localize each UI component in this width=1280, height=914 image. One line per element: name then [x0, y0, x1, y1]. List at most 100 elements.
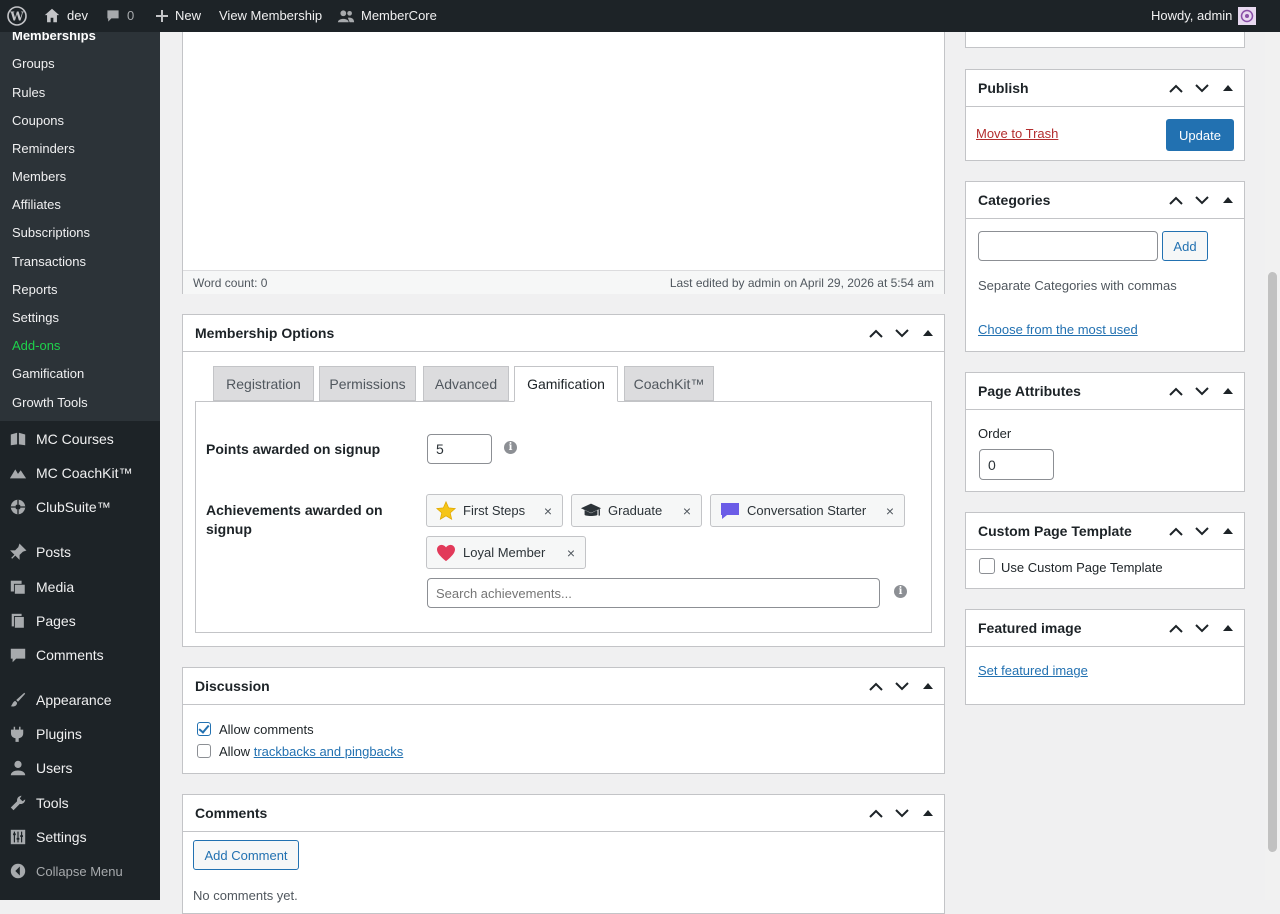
box-header: Discussion	[183, 668, 944, 705]
move-up-icon[interactable]	[1166, 78, 1186, 98]
submenu-item-gamification[interactable]: Gamification	[12, 366, 84, 381]
allow-comments-checkbox[interactable]	[197, 722, 211, 736]
toggle-panel-icon[interactable]	[1218, 618, 1238, 638]
move-to-trash-link[interactable]: Move to Trash	[976, 126, 1058, 141]
box-title: Membership Options	[195, 325, 335, 341]
move-down-icon[interactable]	[1192, 78, 1212, 98]
move-down-icon[interactable]	[1192, 521, 1212, 541]
add-category-button[interactable]: Add	[1162, 231, 1208, 261]
my-account-link[interactable]: Howdy, admin	[1151, 0, 1257, 32]
move-up-icon[interactable]	[1166, 190, 1186, 210]
page-scrollbar[interactable]	[1265, 32, 1280, 900]
menu-item-plugins[interactable]: Plugins	[0, 717, 160, 751]
submenu-item-settings[interactable]: Settings	[12, 310, 59, 325]
submenu-item-subscriptions[interactable]: Subscriptions	[12, 225, 90, 240]
submenu-item-memberships[interactable]: Memberships	[12, 32, 96, 43]
new-category-input[interactable]	[978, 231, 1158, 261]
comments-link[interactable]: 0	[105, 0, 134, 32]
menu-item-settings[interactable]: Settings	[0, 820, 160, 854]
box-header: Publish	[966, 70, 1244, 107]
menu-item-users[interactable]: Users	[0, 751, 160, 785]
set-featured-image-link[interactable]: Set featured image	[978, 663, 1088, 678]
tab-advanced[interactable]: Advanced	[423, 366, 509, 401]
toggle-panel-icon[interactable]	[918, 803, 938, 823]
plug-icon	[0, 725, 36, 743]
move-down-icon[interactable]	[892, 676, 912, 696]
editor-content-area[interactable]	[183, 22, 944, 270]
submenu-item-transactions[interactable]: Transactions	[12, 254, 86, 269]
allow-trackbacks-checkbox[interactable]	[197, 744, 211, 758]
wordpress-logo-icon[interactable]: W	[7, 0, 27, 32]
move-down-icon[interactable]	[892, 803, 912, 823]
submenu-item-affiliates[interactable]: Affiliates	[12, 197, 61, 212]
menu-item-tools[interactable]: Tools	[0, 786, 160, 820]
achievement-label: Graduate	[608, 503, 663, 518]
remove-achievement-icon[interactable]: ×	[567, 545, 575, 561]
allow-comments-label: Allow comments	[219, 722, 314, 737]
site-name-link[interactable]: dev	[43, 0, 88, 32]
tab-registration[interactable]: Registration	[213, 366, 314, 401]
menu-item-mc-courses[interactable]: MC Courses	[0, 422, 160, 456]
remove-achievement-icon[interactable]: ×	[886, 503, 894, 519]
menu-item-appearance[interactable]: Appearance	[0, 683, 160, 717]
submenu-item-groups[interactable]: Groups	[12, 56, 55, 71]
menu-item-clubsuite[interactable]: ClubSuite™	[0, 490, 160, 524]
move-up-icon[interactable]	[1166, 618, 1186, 638]
view-membership-link[interactable]: View Membership	[219, 0, 322, 32]
submenu-item-reports[interactable]: Reports	[12, 282, 58, 297]
move-up-icon[interactable]	[866, 803, 886, 823]
menu-item-comments[interactable]: Comments	[0, 638, 160, 672]
toggle-panel-icon[interactable]	[918, 323, 938, 343]
menu-item-mc-coachkit[interactable]: MC CoachKit™	[0, 456, 160, 490]
new-label: New	[175, 8, 202, 23]
info-icon[interactable]: i	[894, 585, 907, 598]
move-up-icon[interactable]	[1166, 521, 1186, 541]
user-icon	[0, 759, 36, 777]
box-header: Featured image	[966, 610, 1244, 647]
tab-permissions[interactable]: Permissions	[319, 366, 416, 401]
trackbacks-link[interactable]: trackbacks and pingbacks	[254, 744, 404, 759]
order-input[interactable]	[979, 449, 1054, 480]
move-up-icon[interactable]	[1166, 381, 1186, 401]
move-down-icon[interactable]	[1192, 618, 1212, 638]
tab-gamification[interactable]: Gamification	[514, 366, 618, 402]
submenu-item-rules[interactable]: Rules	[12, 85, 45, 100]
scrollbar-thumb[interactable]	[1268, 272, 1277, 852]
toggle-panel-icon[interactable]	[1218, 190, 1238, 210]
menu-item-media[interactable]: Media	[0, 570, 160, 604]
toggle-panel-icon[interactable]	[1218, 381, 1238, 401]
submenu-item-coupons[interactable]: Coupons	[12, 113, 64, 128]
membercore-link[interactable]: MemberCore	[337, 0, 437, 32]
move-down-icon[interactable]	[892, 323, 912, 343]
move-up-icon[interactable]	[866, 323, 886, 343]
move-up-icon[interactable]	[866, 676, 886, 696]
toggle-panel-icon[interactable]	[918, 676, 938, 696]
submenu-item-growth-tools[interactable]: Growth Tools	[12, 395, 88, 410]
info-icon[interactable]: i	[504, 441, 517, 454]
points-input[interactable]	[427, 434, 492, 464]
remove-achievement-icon[interactable]: ×	[544, 503, 552, 519]
menu-item-pages[interactable]: Pages	[0, 604, 160, 638]
points-label: Points awarded on signup	[206, 441, 381, 457]
tab-coachkit[interactable]: CoachKit™	[624, 366, 714, 401]
remove-achievement-icon[interactable]: ×	[683, 503, 691, 519]
choose-most-used-link[interactable]: Choose from the most used	[978, 322, 1138, 337]
allow-prefix: Allow	[219, 744, 251, 759]
submenu-item-members[interactable]: Members	[12, 169, 66, 184]
toggle-panel-icon[interactable]	[1218, 78, 1238, 98]
collapse-menu-button[interactable]: Collapse Menu	[0, 854, 160, 888]
use-custom-template-checkbox[interactable]	[979, 558, 995, 574]
submenu-item-add-ons[interactable]: Add-ons	[12, 338, 60, 353]
update-button[interactable]: Update	[1166, 119, 1234, 151]
box-header: Membership Options	[183, 315, 944, 352]
comment-icon	[0, 646, 36, 664]
new-content-link[interactable]: New	[155, 0, 201, 32]
menu-item-posts[interactable]: Posts	[0, 535, 160, 569]
membercore-label: MemberCore	[361, 8, 437, 23]
move-down-icon[interactable]	[1192, 381, 1212, 401]
search-achievements-input[interactable]	[427, 578, 880, 608]
submenu-item-reminders[interactable]: Reminders	[12, 141, 75, 156]
add-comment-button[interactable]: Add Comment	[193, 840, 299, 870]
move-down-icon[interactable]	[1192, 190, 1212, 210]
toggle-panel-icon[interactable]	[1218, 521, 1238, 541]
